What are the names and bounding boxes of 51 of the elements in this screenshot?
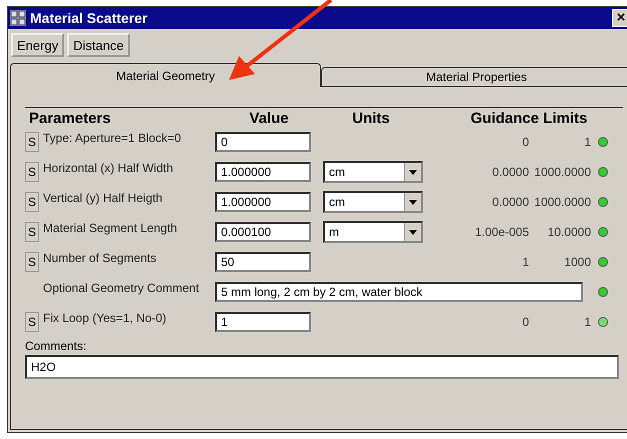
min-limit: 0.0000 (491, 195, 529, 209)
min-limit: 0 (521, 135, 529, 149)
s-button[interactable]: S (25, 192, 39, 212)
s-button[interactable]: S (25, 162, 39, 182)
parameter-label: Fix Loop (Yes=1, No-0) (43, 310, 168, 325)
max-limit: 1 (583, 135, 591, 149)
value-field[interactable]: 1 (215, 312, 311, 332)
column-header: Parameters (28, 110, 112, 127)
comments-label: Comments: (25, 339, 88, 353)
parameter-label: Material Segment Length (43, 220, 178, 235)
max-limit: 1000.0000 (533, 165, 591, 179)
parameter-label: Type: Aperture=1 Block=0 (43, 130, 182, 145)
window-title: Material Scatterer (30, 10, 149, 26)
max-limit: 1 (583, 315, 591, 329)
min-limit: 0 (521, 315, 529, 329)
units-dropdown[interactable]: cm (323, 191, 423, 213)
s-button[interactable]: S (25, 252, 39, 272)
caret-icon (409, 170, 417, 174)
min-limit: 0.0000 (491, 165, 529, 179)
parameter-label: Number of Segments (43, 250, 158, 265)
caret-icon (409, 200, 417, 204)
column-header: Units (351, 110, 391, 127)
parameter-label: Vertical (y) Half Heigth (43, 190, 164, 205)
value-field[interactable]: 0.000100 (215, 222, 311, 242)
units-dropdown[interactable]: cm (323, 161, 423, 183)
value-field[interactable]: 0 (215, 132, 311, 152)
comments-field[interactable]: H2O (25, 355, 619, 379)
s-button[interactable]: S (25, 312, 39, 332)
s-button[interactable]: S (25, 222, 39, 242)
min-limit: 1.00e-005 (474, 225, 529, 239)
toolbar-button[interactable]: Distance (67, 33, 130, 57)
value-field[interactable]: 1.000000 (215, 192, 311, 212)
max-limit: 10.0000 (546, 225, 591, 239)
close-button[interactable]: × (612, 9, 627, 27)
tab[interactable]: Material Properties (321, 67, 627, 87)
max-limit: 1000 (563, 255, 591, 269)
min-limit: 1 (521, 255, 529, 269)
parameter-label: Horizontal (x) Half Width (43, 160, 174, 175)
tab[interactable]: Material Geometry (10, 63, 321, 87)
value-field[interactable]: 1.000000 (215, 162, 311, 182)
column-header: Value (248, 110, 290, 127)
app-icon (10, 10, 26, 26)
s-button[interactable]: S (25, 132, 39, 152)
comment-field[interactable]: 5 mm long, 2 cm by 2 cm, water block (215, 282, 583, 302)
caret-icon (409, 230, 417, 234)
parameter-label: Optional Geometry Comment (43, 280, 200, 295)
column-header: Guidance Limits (470, 110, 588, 127)
max-limit: 1000.0000 (533, 195, 591, 209)
toolbar-button[interactable]: Energy (11, 33, 64, 57)
value-field[interactable]: 50 (215, 252, 311, 272)
units-dropdown[interactable]: m (323, 221, 423, 243)
